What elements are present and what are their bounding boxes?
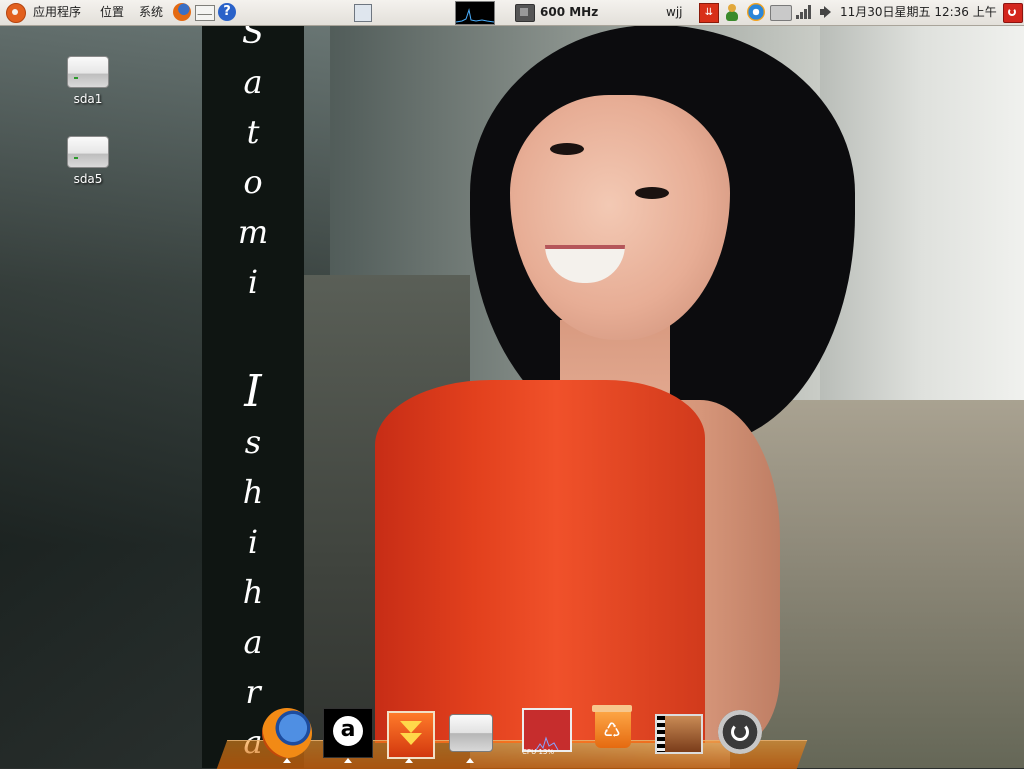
dock-running-indicator: [344, 758, 352, 763]
menu-places[interactable]: 位置: [100, 0, 124, 25]
drive-icon: [449, 714, 493, 752]
dock-item-download[interactable]: [384, 708, 435, 759]
banner-letter: a: [243, 63, 263, 101]
drive-icon: [67, 136, 109, 168]
wallpaper-eye-left: [550, 143, 584, 155]
download-icon: [387, 711, 435, 759]
banner-letter: i: [247, 263, 259, 301]
system-monitor-graph-line: [456, 8, 494, 23]
ubuntu-logo-icon: [6, 3, 26, 23]
power-icon[interactable]: [1003, 3, 1023, 23]
cpu-monitor-label: CPU 13%: [522, 748, 555, 756]
banner-letter: i: [247, 523, 259, 561]
dock-item-video[interactable]: [652, 708, 703, 758]
desktop-icon-sda5[interactable]: sda5: [48, 136, 128, 186]
pidgin-icon[interactable]: [723, 3, 741, 21]
banner-letter: a: [243, 623, 263, 661]
menu-system[interactable]: 系统: [139, 0, 163, 25]
menu-applications[interactable]: 应用程序: [33, 0, 81, 25]
banner-letter: m: [237, 213, 269, 251]
dock-running-indicator: [466, 758, 474, 763]
user-switcher[interactable]: wjj: [666, 0, 682, 25]
dock-running-indicator: [283, 758, 291, 763]
banner-letter: h: [242, 573, 264, 611]
mail-icon[interactable]: [195, 5, 215, 21]
clock[interactable]: 11月30日星期五 12:36 上午: [840, 0, 997, 25]
banner-letter: t: [246, 113, 260, 151]
wallpaper-eye-right: [635, 187, 669, 199]
printer-icon[interactable]: [770, 5, 792, 21]
dock-item-firefox[interactable]: [262, 708, 312, 758]
dock-item-power[interactable]: [715, 708, 765, 758]
top-panel: 应用程序 位置 系统 ? 600 MHz wjj ⇊ 11月30日星期五 12:…: [0, 0, 1024, 26]
show-desktop-icon[interactable]: [354, 4, 372, 22]
wallpaper-dress: [375, 380, 705, 743]
download-tray-icon[interactable]: ⇊: [699, 3, 719, 23]
network-globe-icon[interactable]: [747, 3, 765, 21]
dock-item-cpu-monitor[interactable]: CPU 13%: [522, 708, 572, 758]
firefox-icon[interactable]: [173, 3, 191, 21]
banner-letter: o: [243, 163, 263, 201]
desktop-icon-sda1[interactable]: sda1: [48, 56, 128, 106]
cpu-monitor-icon: [522, 708, 572, 752]
video-icon: [655, 714, 703, 754]
volume-icon[interactable]: [818, 3, 836, 21]
cpu-monitor-graph: [535, 736, 559, 750]
amarok-icon: [323, 708, 373, 758]
banner-letter: h: [242, 473, 264, 511]
cpu-freq-readout[interactable]: 600 MHz: [540, 0, 598, 25]
network-signal-icon[interactable]: [795, 3, 813, 21]
name-banner-letters: S a t o m i I s h i h a r a: [202, 7, 304, 767]
power-icon: [718, 710, 762, 754]
name-banner: S a t o m i I s h i h a r a: [202, 13, 304, 768]
trash-icon: [592, 705, 632, 748]
dock-running-indicator: [405, 758, 413, 763]
banner-letter: r: [245, 673, 261, 711]
firefox-icon: [262, 708, 312, 758]
system-monitor-graph[interactable]: [455, 1, 495, 25]
banner-letter: I: [244, 366, 262, 417]
banner-letter: s: [244, 423, 262, 461]
dock-item-amarok[interactable]: [323, 708, 373, 758]
help-icon[interactable]: ?: [218, 3, 236, 21]
cpu-freq-icon: [515, 4, 535, 22]
dock-item-trash[interactable]: [588, 705, 638, 758]
desktop-icon-label: sda1: [73, 92, 103, 106]
drive-icon: [67, 56, 109, 88]
dock-item-drive[interactable]: [445, 708, 495, 758]
desktop-icon-label: sda5: [73, 172, 103, 186]
